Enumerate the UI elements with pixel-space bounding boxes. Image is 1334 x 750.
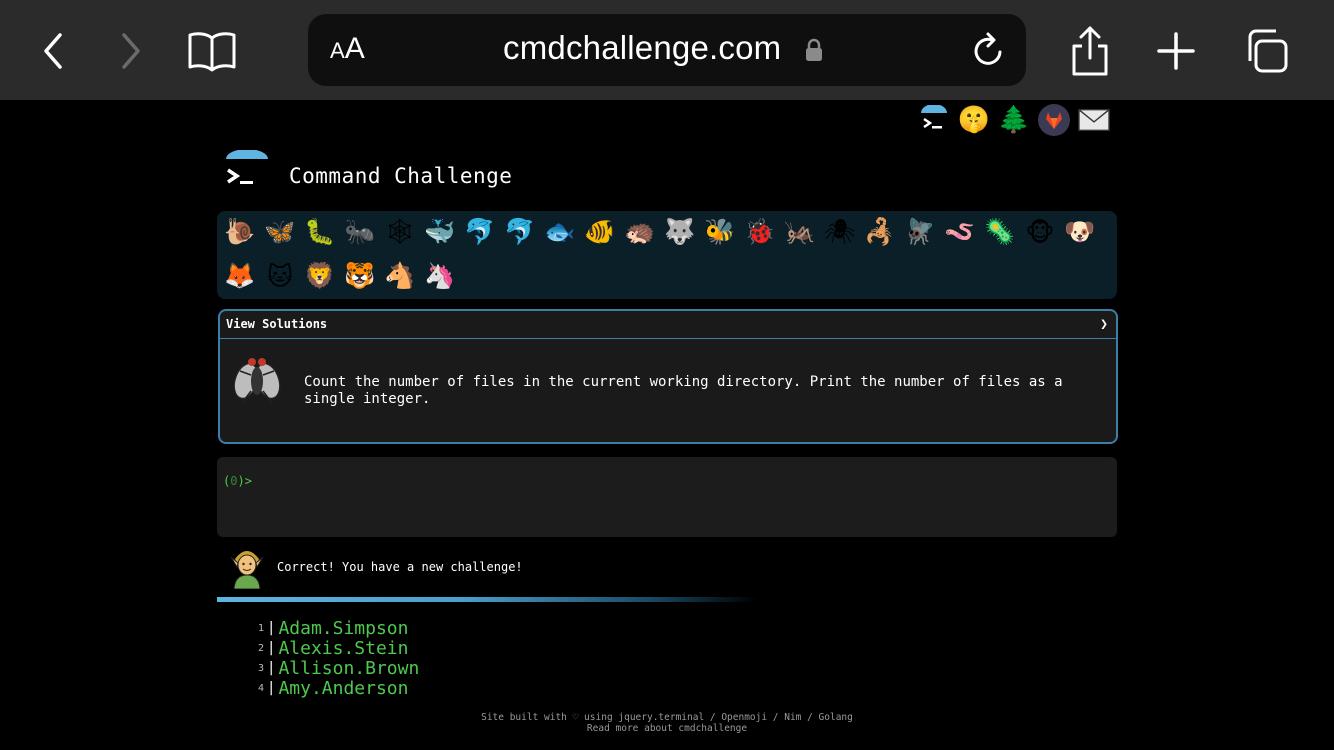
browser-toolbar: AA cmdchallenge.com: [0, 0, 1334, 100]
output-filename: Allison.Brown: [278, 657, 420, 679]
footer: Site built with ♡ using jquery.terminal …: [0, 712, 1334, 734]
animal-challenge-icon[interactable]: 🐟: [543, 215, 577, 249]
new-tab-icon[interactable]: [1147, 22, 1205, 80]
animal-challenge-icon[interactable]: 🐠: [583, 215, 617, 249]
address-bar[interactable]: AA cmdchallenge.com: [308, 14, 1026, 86]
output-line: 3 | Allison.Brown: [246, 657, 420, 679]
back-icon[interactable]: [24, 22, 82, 80]
tree-icon[interactable]: 🌲: [998, 104, 1030, 136]
output-filename: Amy.Anderson: [278, 677, 409, 699]
social-links: 🤫 🌲: [918, 104, 1110, 136]
animal-challenge-icon[interactable]: 🦊: [223, 259, 257, 293]
line-separator: |: [267, 620, 276, 636]
animal-challenge-icon[interactable]: 🐳: [423, 215, 457, 249]
output-line: 4 | Amy.Anderson: [246, 677, 419, 699]
animal-challenge-icon[interactable]: 🦠: [983, 215, 1017, 249]
line-separator: |: [267, 640, 276, 656]
animal-challenge-icon[interactable]: 🐬: [463, 215, 497, 249]
animal-challenge-icon[interactable]: 🐶: [1063, 215, 1097, 249]
footer-read-more-link[interactable]: Read more about cmdchallenge: [0, 723, 1334, 734]
command-output-list: 1 | Adam.Simpson 2 | Alexis.Stein 3 | Allison.Br…: [246, 617, 420, 699]
line-number: 4: [257, 682, 264, 694]
reload-icon[interactable]: [970, 30, 1008, 74]
url-text[interactable]: cmdchallenge.com: [503, 29, 781, 67]
gitlab-icon[interactable]: [1038, 104, 1070, 136]
output-line: 2 | Alexis.Stein: [246, 637, 419, 659]
line-separator: |: [267, 660, 276, 676]
tabs-icon[interactable]: [1237, 22, 1295, 80]
animal-challenge-icon[interactable]: 🐜: [343, 215, 377, 249]
site-title: Command Challenge: [289, 164, 513, 188]
line-number: 3: [257, 662, 264, 674]
terminal-logo-icon[interactable]: [918, 104, 950, 136]
animal-challenge-icon[interactable]: 🐬: [503, 215, 537, 249]
animal-challenge-icon[interactable]: 🐞: [743, 215, 777, 249]
shushing-face-icon[interactable]: 🤫: [958, 104, 990, 136]
animal-challenge-icon[interactable]: 🐺: [663, 215, 697, 249]
animal-challenge-icon[interactable]: 🦂: [863, 215, 897, 249]
progress-bar: [217, 597, 757, 602]
chevron-right-icon: ❯: [1100, 317, 1108, 332]
terminal[interactable]: (0)>: [217, 457, 1117, 537]
challenge-description: Count the number of files in the current…: [304, 374, 1063, 407]
terminal-prompt[interactable]: (0)>: [223, 474, 252, 488]
output-line: 1 | Adam.Simpson: [246, 617, 419, 639]
output-filename: Adam.Simpson: [278, 617, 409, 639]
output-filename: Alexis.Stein: [278, 637, 409, 659]
animal-challenge-icon[interactable]: 🦋: [263, 215, 297, 249]
line-number: 1: [257, 622, 264, 634]
lock-icon: [805, 38, 823, 66]
animal-challenge-icon[interactable]: 🕸: [383, 215, 417, 249]
line-number: 2: [257, 642, 264, 654]
animal-challenge-icon[interactable]: 🦗: [783, 215, 817, 249]
animal-challenge-icon[interactable]: 🦄: [423, 259, 457, 293]
text-size-button[interactable]: AA: [330, 32, 365, 66]
footer-credits: Site built with ♡ using jquery.terminal …: [481, 712, 853, 723]
animal-challenge-icon[interactable]: 🐵: [1023, 215, 1057, 249]
challenge-panel: View Solutions ❯ Count the number of fil…: [218, 309, 1118, 444]
line-separator: |: [267, 680, 276, 696]
animal-challenge-icon[interactable]: 🐯: [343, 259, 377, 293]
animal-challenge-icon[interactable]: 🐛: [303, 215, 337, 249]
page-content: 🤫 🌲 Command Challenge 🐌 🦋 🐛 🐜 🕸 🐳 🐬 🐬 🐟 🐠 🦔 🐺 🐝 🐞 🦗 🕷 🦂 🪰…: [0, 100, 1334, 750]
animal-challenge-icon[interactable]: 🪰: [903, 215, 937, 249]
animal-challenge-icon[interactable]: 🐌: [223, 215, 257, 249]
animal-challenge-icon[interactable]: 🦁: [303, 259, 337, 293]
animal-challenge-icon[interactable]: 🦔: [623, 215, 657, 249]
share-icon[interactable]: [1061, 22, 1119, 80]
result-message: Correct! You have a new challenge!: [277, 560, 523, 574]
animal-challenge-icon[interactable]: 🕷: [823, 215, 857, 249]
forward-icon[interactable]: [102, 22, 160, 80]
fly-icon: [232, 351, 282, 407]
bookmarks-icon[interactable]: [183, 22, 241, 80]
elf-icon: [229, 545, 265, 590]
text-size-small: A: [330, 38, 345, 63]
text-size-big: A: [344, 32, 365, 65]
animal-challenge-icon[interactable]: 🐝: [703, 215, 737, 249]
prompt-close: )>: [237, 474, 252, 488]
challenge-progress-animals: 🐌 🦋 🐛 🐜 🕸 🐳 🐬 🐬 🐟 🐠 🦔 🐺 🐝 🐞 🦗 🕷 🦂 🪰 🪱 🦠 🐵 🐶 🦊 🐱 🦁 🐯 🐴 🦄: [217, 211, 1117, 299]
view-solutions-toggle[interactable]: View Solutions ❯: [220, 311, 1116, 339]
animal-challenge-icon[interactable]: 🐴: [383, 259, 417, 293]
site-logo-icon: [224, 149, 270, 194]
view-solutions-label: View Solutions: [226, 317, 328, 331]
envelope-icon[interactable]: [1078, 104, 1110, 136]
animal-challenge-icon[interactable]: 🐱: [263, 259, 297, 293]
animal-challenge-icon[interactable]: 🪱: [943, 215, 977, 249]
